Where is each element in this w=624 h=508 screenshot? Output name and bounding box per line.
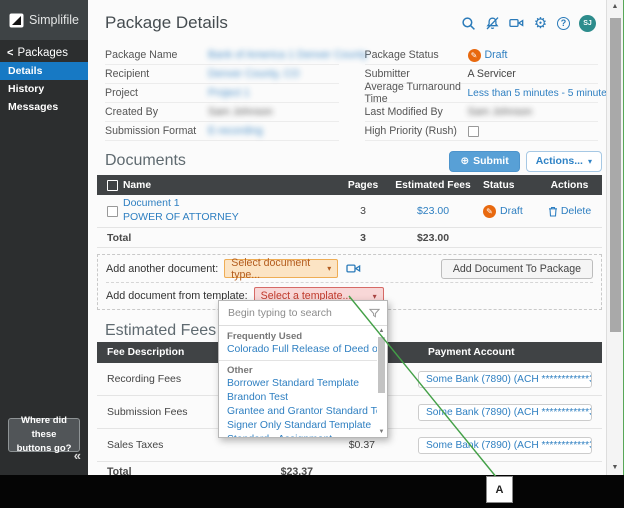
last-modified-value: Sam Johnson (467, 106, 533, 118)
submit-plus-icon: ⊕ (460, 155, 470, 167)
dropdown-caret-icon: ▾ (327, 264, 332, 273)
sidebar-item-details[interactable]: Details (0, 62, 88, 80)
documents-title: Documents (105, 152, 186, 169)
document-checkbox[interactable] (107, 205, 118, 217)
add-document-to-package-button[interactable]: Add Document To Package (440, 258, 593, 279)
documents-table: Name Pages Estimated Fees Status Actions… (97, 175, 602, 248)
template-option[interactable]: Signer Only Standard Template (219, 419, 377, 433)
template-option[interactable]: Standard - Assignment (219, 433, 377, 437)
created-by-value: Sam Johnson (208, 106, 273, 118)
template-option[interactable]: Grantee and Grantor Standard Template (219, 405, 377, 419)
high-priority-checkbox[interactable] (467, 125, 479, 137)
field-package-name: Package Name Bank of America 1 Denver Co… (105, 46, 368, 65)
documents-table-header: Name Pages Estimated Fees Status Actions (97, 175, 602, 195)
page-title: Package Details (105, 13, 228, 32)
settings-gear-icon[interactable]: ⚙ (533, 16, 548, 31)
search-icon[interactable] (461, 16, 476, 31)
brand-header: Simplifile (0, 0, 88, 40)
draft-status-icon: ✎ (467, 48, 481, 62)
payment-account-select[interactable]: Some Bank (7890) (ACH ************3456) … (418, 370, 592, 388)
payment-account-select[interactable]: Some Bank (7890) (ACH ************3456) … (418, 403, 592, 421)
group-other: Other (227, 365, 253, 376)
sidebar-item-messages[interactable]: Messages (0, 98, 88, 116)
chevron-down-icon: ▾ (587, 156, 592, 166)
bottom-bar (0, 475, 624, 508)
template-option[interactable]: Brandon Test (219, 391, 377, 405)
submission-format-value[interactable]: E-recording (208, 125, 339, 137)
field-recipient: Recipient Denver County, CO (105, 65, 339, 84)
delete-trash-icon (548, 206, 557, 217)
scroll-down-icon[interactable]: ▼ (377, 429, 386, 435)
add-another-document-label: Add another document: (106, 262, 219, 275)
sales-tax-amount: $0.37 (348, 439, 375, 451)
scroll-down-icon[interactable]: ▼ (607, 464, 623, 471)
payment-account-select[interactable]: Some Bank (7890) (ACH ************3456) … (418, 436, 592, 454)
scrollbar-thumb[interactable] (378, 337, 385, 393)
filter-funnel-icon (369, 308, 380, 318)
template-search-input[interactable] (226, 306, 365, 320)
field-submission-format: Submission Format E-recording (105, 122, 339, 141)
dropdown-scrollbar[interactable]: ▲ ▼ (377, 328, 386, 435)
field-project: Project Project 1 (105, 84, 339, 103)
package-status-value[interactable]: Draft (485, 49, 508, 61)
package-name-value[interactable]: Bank of America 1 Denver County (208, 49, 368, 61)
field-turnaround: Average Turnaround Time Less than 5 minu… (364, 81, 607, 105)
template-option[interactable]: Colorado Full Release of Deed of Trust (219, 343, 377, 357)
document-pages: 3 (360, 205, 366, 217)
scroll-up-icon[interactable]: ▲ (607, 3, 623, 10)
package-details-fields: Package Name Bank of America 1 Denver Co… (97, 46, 607, 141)
simplifile-logo-icon (9, 13, 24, 27)
where-did-buttons-go-button[interactable]: Where did these buttons go? (8, 415, 80, 454)
select-all-checkbox[interactable] (107, 179, 118, 191)
back-chevron-icon: < (7, 46, 14, 59)
delete-document-button[interactable]: Delete (537, 205, 602, 217)
scrollbar-thumb[interactable] (610, 18, 621, 332)
field-high-priority: High Priority (Rush) (364, 122, 598, 141)
field-created-by: Created By Sam Johnson (105, 103, 339, 122)
submitter-value: A Servicer (467, 68, 516, 80)
field-package-status: Package Status ✎ Draft (364, 46, 598, 65)
template-option[interactable]: Borrower Standard Template (219, 377, 377, 391)
sidebar-item-history[interactable]: History (0, 80, 88, 98)
document-row: Document 1 POWER OF ATTORNEY 3 $23.00 ✎ … (97, 195, 602, 228)
video-camera-icon[interactable] (346, 262, 361, 275)
field-last-modified: Last Modified By Sam Johnson (364, 103, 598, 122)
vertical-scrollbar[interactable]: ▲ ▼ (606, 0, 623, 475)
video-camera-icon[interactable] (509, 16, 524, 31)
sidebar-item-packages[interactable]: < Packages (0, 43, 88, 62)
brand-name: Simplifile (29, 13, 80, 27)
document-name-link[interactable]: Document 1 (123, 197, 335, 211)
documents-total-row: Total 3 $23.00 (97, 228, 602, 248)
submit-button[interactable]: ⊕ Submit (449, 150, 520, 172)
user-avatar[interactable]: SJ (579, 14, 596, 32)
template-dropdown-panel: Frequently Used Colorado Full Release of… (218, 300, 388, 438)
notifications-off-icon[interactable] (485, 16, 500, 31)
sidebar: Simplifile < Packages Details History Me… (0, 0, 88, 475)
help-icon[interactable]: ? (557, 16, 570, 30)
actions-button[interactable]: Actions... ▾ (525, 150, 602, 172)
recipient-value[interactable]: Denver County, CO (208, 68, 339, 80)
draft-status-icon: ✎ (483, 204, 496, 218)
fees-total-row: Total $23.37 (107, 466, 313, 475)
collapse-sidebar-icon[interactable]: « (74, 448, 81, 463)
project-value[interactable]: Project 1 (208, 87, 339, 99)
document-status: Draft (500, 205, 523, 217)
annotation-label-a: A (486, 476, 513, 503)
scroll-up-icon[interactable]: ▲ (377, 328, 386, 334)
document-type-select[interactable]: Select document type... ▾ (224, 257, 339, 281)
document-fees-link[interactable]: $23.00 (391, 205, 475, 217)
document-type-link[interactable]: POWER OF ATTORNEY (123, 211, 335, 225)
turnaround-value[interactable]: Less than 5 minutes - 5 minutes (468, 88, 607, 99)
group-frequently-used: Frequently Used (227, 331, 303, 342)
app-window: Simplifile < Packages Details History Me… (0, 0, 624, 508)
